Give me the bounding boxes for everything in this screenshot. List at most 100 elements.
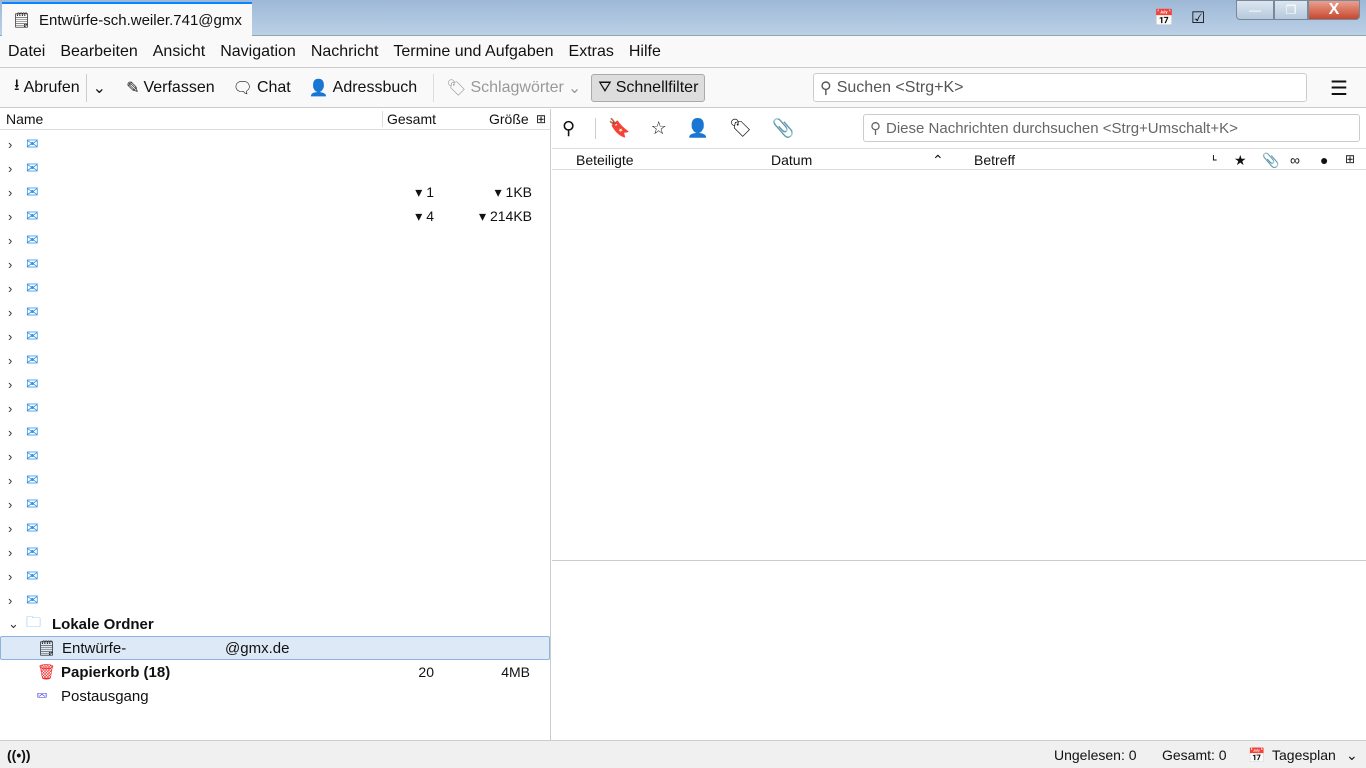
chevron-right-icon[interactable]: › [8, 425, 12, 440]
maximize-button[interactable]: ❐ [1274, 0, 1308, 20]
quickfilter-label: Schnellfilter [615, 78, 699, 96]
mail-account-icon: ✉ [26, 352, 39, 369]
chevron-right-icon[interactable]: › [8, 161, 12, 176]
contact-filter-icon[interactable]: 👤 [687, 118, 709, 139]
unread-filter-icon[interactable]: 🔖 [595, 118, 631, 139]
chevron-right-icon[interactable]: › [8, 569, 12, 584]
close-button[interactable]: X [1308, 0, 1360, 20]
quickfilter-button[interactable]: ⛛ Schnellfilter [591, 73, 706, 102]
menu-extras[interactable]: Extras [569, 43, 614, 61]
menu-navigation[interactable]: Navigation [220, 43, 296, 61]
title-bar: 🗒 Entwürfe-sch.weiler.741@gmx 📅 ☑ — ❐ X [0, 0, 1366, 36]
chevron-right-icon[interactable]: › [8, 353, 12, 368]
chevron-right-icon[interactable]: › [8, 305, 12, 320]
account-row[interactable]: › ✉ [0, 156, 392, 180]
account-row[interactable]: › ✉ ▾ 4 ▾ 214KB [0, 204, 532, 228]
chevron-right-icon[interactable]: › [8, 233, 12, 248]
message-search-input[interactable]: ⚲ Diese Nachrichten durchsuchen <Strg+Ums… [863, 114, 1360, 142]
minimize-button[interactable]: — [1236, 0, 1274, 20]
chevron-right-icon[interactable]: › [8, 185, 12, 200]
hamburger-menu-icon[interactable]: ☰ [1330, 76, 1348, 101]
col-total[interactable]: Gesamt [382, 111, 436, 127]
account-row[interactable]: › ✉ [0, 372, 392, 396]
col-subject[interactable]: Betreff [974, 152, 1015, 168]
global-search-input[interactable]: ⚲ Suchen <Strg+K> [813, 73, 1307, 102]
chevron-right-icon[interactable]: › [8, 449, 12, 464]
drafts-folder-row[interactable]: 🗒 Entwürfe- @gmx.de [0, 636, 550, 660]
account-row[interactable]: › ✉ [0, 252, 392, 276]
account-row[interactable]: › ✉ [0, 396, 392, 420]
online-status-icon[interactable]: ((•)) [7, 747, 31, 763]
account-row[interactable]: › ✉ [0, 444, 392, 468]
junk-column-icon[interactable]: ● [1320, 152, 1328, 168]
chevron-right-icon[interactable]: › [8, 377, 12, 392]
menu-bearbeiten[interactable]: Bearbeiten [60, 43, 137, 61]
attachment-filter-icon[interactable]: 📎 [772, 118, 794, 139]
account-list: › ✉ › ✉ › ✉ ▾ 1 ▾ 1KB › ✉ ▾ 4 ▾ 214KB › ✉ › ✉ › ✉ › ✉ › ✉ › ✉ › ✉… [0, 132, 532, 612]
account-row[interactable]: › ✉ [0, 228, 392, 252]
chevron-right-icon[interactable]: › [8, 329, 12, 344]
account-row[interactable]: › ✉ [0, 132, 392, 156]
account-row[interactable]: › ✉ [0, 516, 392, 540]
account-row[interactable]: › ✉ ▾ 1 ▾ 1KB [0, 180, 532, 204]
col-date[interactable]: Datum [771, 152, 812, 168]
read-column-icon[interactable]: ∞ [1290, 152, 1300, 168]
trash-folder-row[interactable]: 🗑 Papierkorb (18) 20 4MB [0, 660, 550, 684]
chevron-down-icon[interactable]: ⌄ [8, 616, 19, 632]
tags-button[interactable]: 🏷 Schlagwörter ⌄ [433, 73, 587, 102]
menu-nachricht[interactable]: Nachricht [311, 43, 379, 61]
compose-button[interactable]: ✎ Verfassen [120, 74, 221, 102]
thread-icon[interactable]: ᒻ [1212, 152, 1217, 169]
account-row[interactable]: › ✉ [0, 276, 392, 300]
account-row[interactable]: › ✉ [0, 540, 392, 564]
star-filter-icon[interactable]: ☆ [651, 118, 667, 139]
chevron-right-icon[interactable]: › [8, 257, 12, 272]
chevron-right-icon[interactable]: › [8, 281, 12, 296]
chat-button[interactable]: 🗨 Chat [227, 74, 297, 102]
account-row[interactable]: › ✉ [0, 324, 392, 348]
account-row[interactable]: › ✉ [0, 348, 392, 372]
addressbook-button[interactable]: 👤 Adressbuch [303, 74, 423, 102]
trash-size: 4MB [501, 664, 530, 680]
account-row[interactable]: › ✉ [0, 564, 392, 588]
col-participants[interactable]: Beteiligte [576, 152, 634, 168]
column-picker-icon[interactable]: ⊞ [536, 112, 546, 126]
get-messages-dropdown[interactable]: ⌄ [85, 73, 112, 102]
search-icon: ⚲ [820, 79, 832, 97]
menu-termine[interactable]: Termine und Aufgaben [393, 43, 553, 61]
account-row[interactable]: › ✉ [0, 300, 392, 324]
chevron-right-icon[interactable]: › [8, 545, 12, 560]
tag-filter-icon[interactable]: 🏷 [729, 118, 752, 139]
chevron-right-icon[interactable]: › [8, 593, 12, 608]
col-name[interactable]: Name [6, 111, 43, 127]
menu-ansicht[interactable]: Ansicht [153, 43, 205, 61]
calendar-icon[interactable]: 📅 [1154, 8, 1174, 28]
account-size: ▾ 214KB [479, 207, 532, 224]
preview-splitter[interactable] [552, 560, 1366, 561]
chevron-right-icon[interactable]: › [8, 473, 12, 488]
chevron-right-icon[interactable]: › [8, 137, 12, 152]
local-folders-row[interactable]: ⌄ 🗀 Lokale Ordner [0, 612, 550, 636]
chevron-right-icon[interactable]: › [8, 401, 12, 416]
account-row[interactable]: › ✉ [0, 492, 392, 516]
menu-datei[interactable]: Datei [8, 43, 45, 61]
get-messages-button[interactable]: ⭳ Abrufen [8, 70, 86, 105]
account-row[interactable]: › ✉ [0, 588, 392, 612]
menu-hilfe[interactable]: Hilfe [629, 43, 661, 61]
chevron-right-icon[interactable]: › [8, 209, 12, 224]
star-column-icon[interactable]: ★ [1234, 152, 1247, 169]
account-row[interactable]: › ✉ [0, 468, 392, 492]
compose-label: Verfassen [143, 78, 215, 96]
column-picker-icon[interactable]: ⊞ [1345, 152, 1355, 166]
attachment-column-icon[interactable]: 📎 [1262, 152, 1279, 169]
today-pane-toggle[interactable]: Tagesplan [1272, 747, 1336, 763]
tasks-icon[interactable]: ☑ [1191, 8, 1205, 28]
sticky-pin-icon[interactable]: ⚲ [562, 118, 575, 139]
chevron-right-icon[interactable]: › [8, 497, 12, 512]
outbox-folder-row[interactable]: ⮹ Postausgang [0, 684, 550, 708]
account-row[interactable]: › ✉ [0, 420, 392, 444]
active-tab[interactable]: 🗒 Entwürfe-sch.weiler.741@gmx [2, 2, 252, 36]
chevron-down-icon: ⌄ [92, 79, 107, 97]
col-size[interactable]: Größe [489, 111, 529, 127]
chevron-right-icon[interactable]: › [8, 521, 12, 536]
